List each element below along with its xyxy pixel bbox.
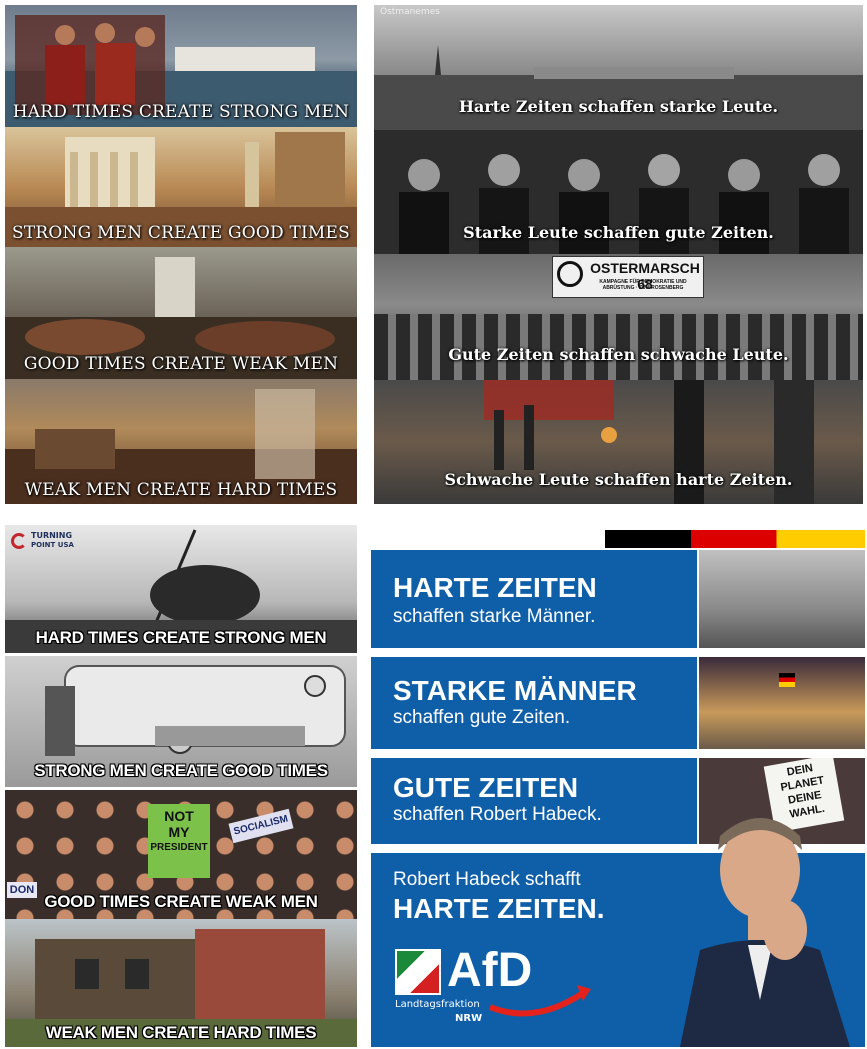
afd-block-2: STARKE MÄNNER schaffen gute Zeiten. xyxy=(371,657,697,749)
caption-american-2: STRONG MEN CREATE GOOD TIMES xyxy=(34,761,328,780)
afd-block-1: HARTE ZEITEN schaffen starke Männer. xyxy=(371,550,697,648)
tpusa-line1: TURNING xyxy=(31,531,73,540)
german-panel-4: Schwache Leute schaffen harte Zeiten. xyxy=(374,380,863,504)
afd-logo: AfD Landtagsfraktion NRW xyxy=(395,944,595,1039)
afd-block-3: GUTE ZEITEN schaffen Robert Habeck. xyxy=(371,758,697,844)
german-panel-2: Starke Leute schaffen gute Zeiten. xyxy=(374,130,863,254)
caption-german-4: Schwache Leute schaffen harte Zeiten. xyxy=(444,470,793,489)
classical-panel-3: GOOD TIMES CREATE WEAK MEN xyxy=(5,247,357,379)
caption-german-2: Starke Leute schaffen gute Zeiten. xyxy=(463,223,774,242)
afd-subtitle-1: schaffen starke Männer. xyxy=(393,606,596,627)
afd-arrow-icon xyxy=(488,985,591,1017)
caption-american-3: GOOD TIMES CREATE WEAK MEN xyxy=(44,892,318,911)
classical-panel-2: STRONG MEN CREATE GOOD TIMES xyxy=(5,127,357,247)
german-panel-1: Ostmanemes Harte Zeiten schaffen starke … xyxy=(374,5,863,130)
afd-subtitle-3: schaffen Robert Habeck. xyxy=(393,804,602,825)
afd-photo-2 xyxy=(699,657,865,749)
caption-american-1: HARD TIMES CREATE STRONG MEN xyxy=(35,628,327,647)
afd-subtitle-2: schaffen gute Zeiten. xyxy=(393,707,571,728)
caption-american-4: WEAK MEN CREATE HARD TIMES xyxy=(45,1023,317,1042)
afd-logo-sub1: Landtagsfraktion xyxy=(395,999,480,1010)
nrw-crest-icon xyxy=(395,949,441,995)
protest-sign-not-my-president: NOT MY PRESIDENT xyxy=(148,804,210,878)
afd-subtitle-4: Robert Habeck schafft xyxy=(393,869,581,890)
classical-panel-1: HARD TIMES CREATE STRONG MEN xyxy=(5,5,357,127)
caption-german-3: Gute Zeiten schaffen schwache Leute. xyxy=(448,345,789,364)
afd-photo-1 xyxy=(699,550,865,648)
caption-classical-3: GOOD TIMES CREATE WEAK MEN xyxy=(23,354,339,374)
afd-logo-sub2: NRW xyxy=(455,1013,483,1024)
american-panel-4: WEAK MEN CREATE HARD TIMES xyxy=(5,919,357,1047)
classical-panel-4: WEAK MEN CREATE HARD TIMES xyxy=(5,379,357,504)
caption-classical-2: STRONG MEN CREATE GOOD TIMES xyxy=(12,223,350,243)
american-panel-1: TURNING POINT USA HARD TIMES CREATE STRO… xyxy=(5,525,357,653)
afd-title-3: GUTE ZEITEN xyxy=(393,772,579,803)
flag-on-building xyxy=(779,673,795,687)
afd-title-1: HARTE ZEITEN xyxy=(393,572,597,603)
habeck-photo xyxy=(660,800,865,1047)
banner-small-text: KAMPAGNE FÜR DEMOKRATIE UND ABRÜSTUNG · … xyxy=(599,279,687,291)
caption-classical-1: HARD TIMES CREATE STRONG MEN xyxy=(12,102,350,122)
tpusa-arrow-icon xyxy=(11,533,27,549)
watermark: Ostmanemes xyxy=(380,7,440,17)
caption-german-1: Harte Zeiten schaffen starke Leute. xyxy=(458,97,779,116)
afd-title-4: HARTE ZEITEN. xyxy=(393,893,605,924)
german-panel-3: OSTERMARSCH 68 KAMPAGNE FÜR DEMOKRATIE U… xyxy=(374,254,863,380)
sign1-line2: MY xyxy=(168,824,190,840)
tpusa-line2: POINT USA xyxy=(31,541,74,549)
american-panel-2: STRONG MEN CREATE GOOD TIMES xyxy=(5,656,357,787)
afd-title-2: STARKE MÄNNER xyxy=(393,675,637,706)
caption-classical-4: WEAK MEN CREATE HARD TIMES xyxy=(24,480,338,500)
american-panel-3: NOT MY PRESIDENT SOCIALISM DON GOOD TIME… xyxy=(5,790,357,919)
man-portrait-illustration xyxy=(680,818,850,1047)
sign1-line3: PRESIDENT xyxy=(150,842,208,853)
ostermarsch-banner: OSTERMARSCH 68 KAMPAGNE FÜR DEMOKRATIE U… xyxy=(552,256,704,298)
peace-icon xyxy=(557,261,583,287)
german-flag-stripe xyxy=(605,530,865,548)
sign1-line1: NOT xyxy=(164,808,194,824)
